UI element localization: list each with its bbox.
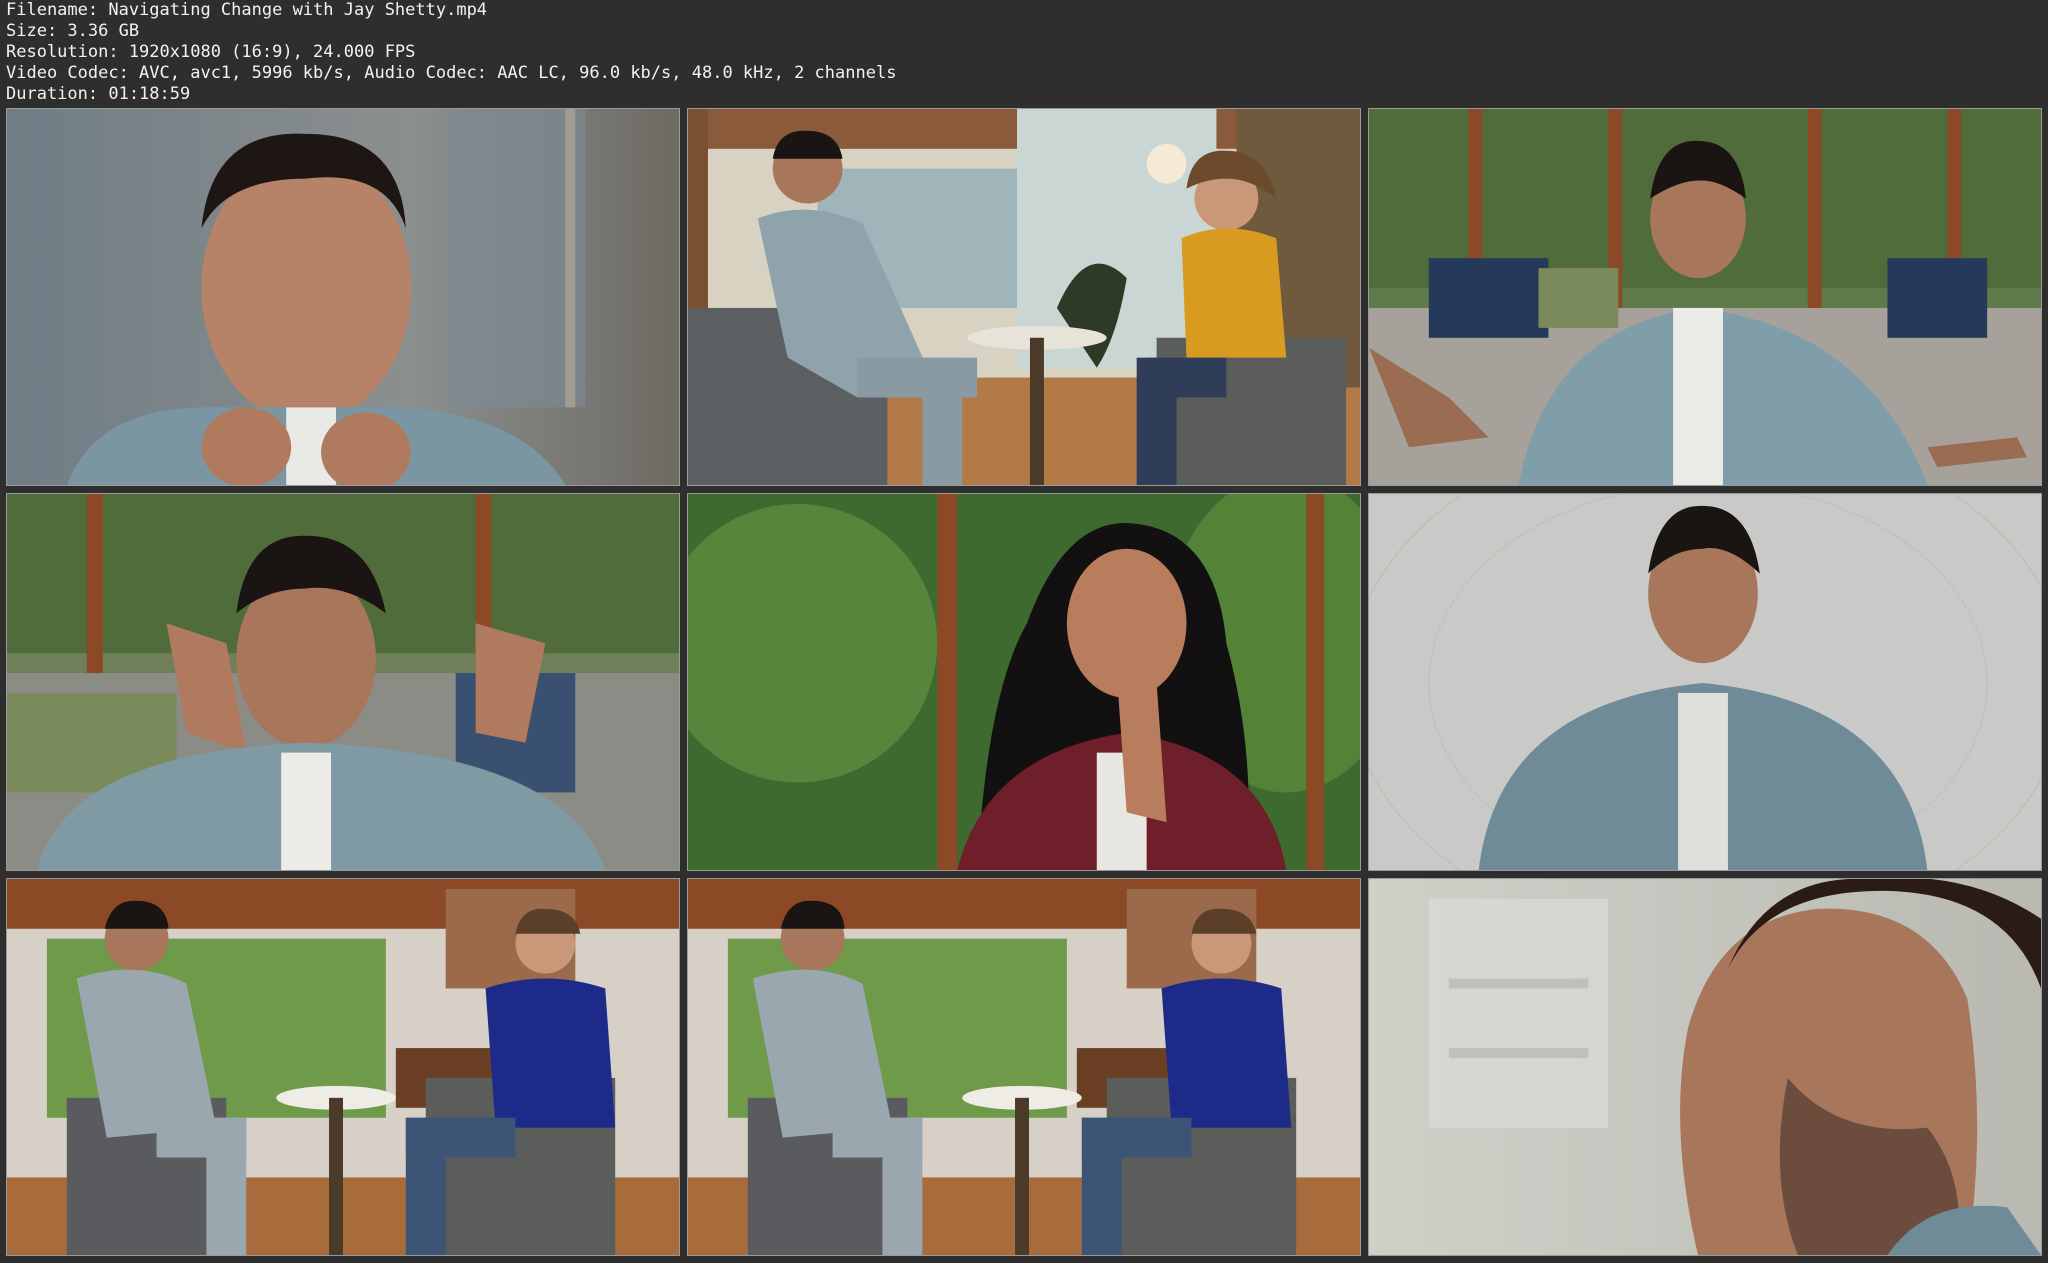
filename-text: Filename: Navigating Change with Jay She… <box>6 0 488 20</box>
frame-two-person-interview-image <box>688 109 1360 485</box>
size-text: Size: 3.36 GB <box>6 21 140 41</box>
thumbnail-5 <box>687 493 1361 871</box>
thumbnail-6 <box>1368 493 2042 871</box>
thumbnail-1 <box>6 108 680 486</box>
codec-text: Video Codec: AVC, avc1, 5996 kb/s, Audio… <box>6 63 897 83</box>
frame-two-men-interview-alt-image <box>688 879 1360 1255</box>
thumbnail-7 <box>6 878 680 1256</box>
frame-man-grey-backdrop-image <box>1369 494 2041 870</box>
thumbnail-2 <box>687 108 1361 486</box>
thumbnail-4 <box>6 493 680 871</box>
metadata-header: Filename: Navigating Change with Jay She… <box>6 0 2042 104</box>
frame-man-living-room-image <box>1369 109 2041 485</box>
frame-two-men-interview-image <box>7 879 679 1255</box>
thumbnail-8 <box>687 878 1361 1256</box>
frame-closeup-man-image <box>7 109 679 485</box>
thumbnail-3 <box>1368 108 2042 486</box>
thumbnail-9 <box>1368 878 2042 1256</box>
duration-text: Duration: 01:18:59 <box>6 84 191 104</box>
frame-man-gesturing-image <box>7 494 679 870</box>
frame-woman-interview-image <box>688 494 1360 870</box>
frame-profile-closeup-image <box>1369 879 2041 1255</box>
resolution-text: Resolution: 1920x1080 (16:9), 24.000 FPS <box>6 42 416 62</box>
thumbnail-grid <box>6 108 2042 1257</box>
